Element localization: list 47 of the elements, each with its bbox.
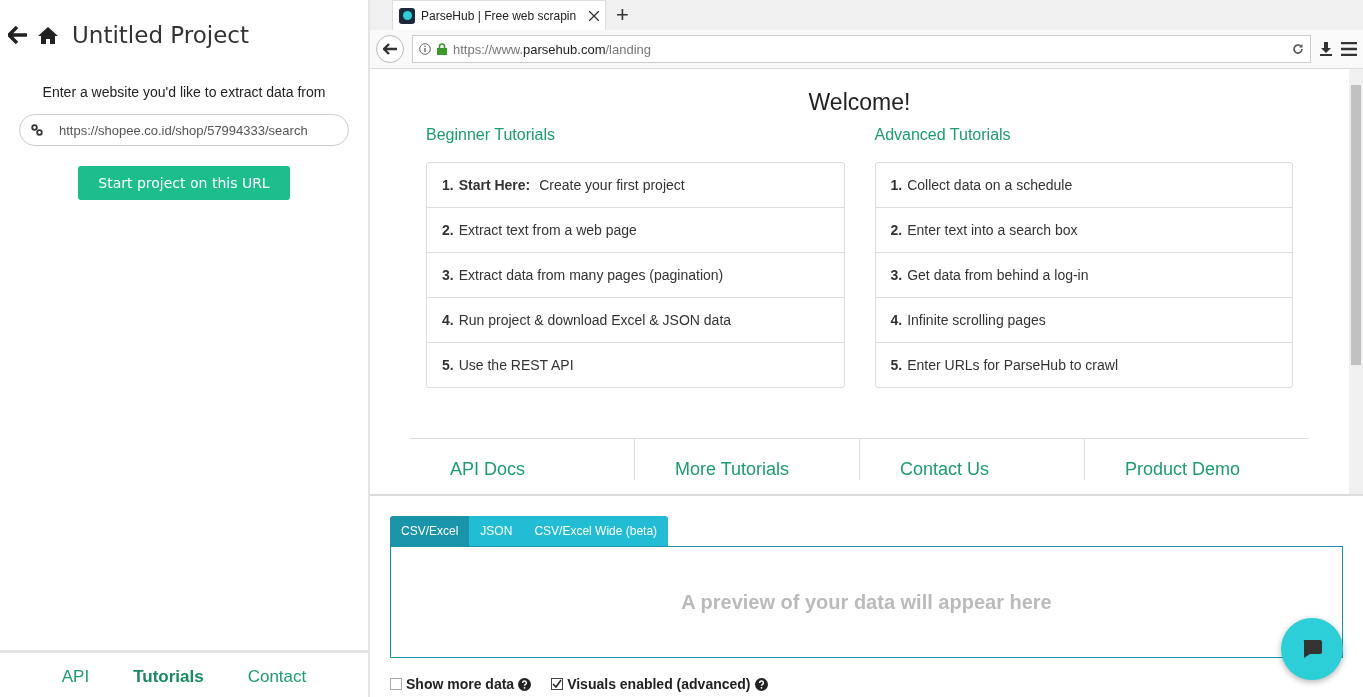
browser-back-button[interactable] [376, 35, 404, 63]
chat-button[interactable] [1281, 618, 1343, 680]
chat-bubble-icon [1301, 638, 1323, 660]
help-icon[interactable] [754, 677, 768, 691]
checkbox[interactable] [551, 678, 564, 690]
lock-icon [437, 43, 447, 55]
tutorial-link[interactable]: 3. Get data from behind a log-in [875, 252, 1292, 297]
checkbox[interactable] [390, 678, 402, 690]
url-text: https://www.parsehub.com/landing [453, 41, 652, 57]
close-icon[interactable] [589, 10, 599, 21]
address-bar[interactable]: https://www.parsehub.com/landing [412, 35, 1311, 63]
tutorial-link[interactable]: 2. Enter text into a search box [875, 207, 1292, 252]
footer-link[interactable]: More Tutorials [675, 459, 790, 479]
tutorial-link[interactable]: 4. Run project & download Excel & JSON data [427, 297, 844, 342]
footer-tab[interactable]: Tutorials [133, 667, 204, 687]
footer-tab[interactable]: Contact [247, 667, 307, 687]
url-input-field[interactable]: https://shopee.co.id/shop/57994333/search [19, 114, 349, 146]
footer-tab[interactable]: API [61, 667, 90, 687]
tutorial-link[interactable]: 5. Use the REST API [427, 342, 844, 387]
data-preview-panel: A preview of your data will appear here [390, 546, 1343, 658]
new-tab-button[interactable]: + [616, 2, 629, 28]
tutorial-link[interactable]: 5. Enter URLs for ParseHub to crawl [875, 342, 1292, 387]
parsehub-logo-icon [399, 7, 415, 24]
info-icon[interactable] [419, 43, 431, 55]
help-icon[interactable] [518, 677, 532, 691]
welcome-heading: Welcome! [807, 89, 912, 116]
tutorial-link[interactable]: 3. Extract data from many pages (pagination) [427, 252, 844, 297]
tutorial-link[interactable]: 4. Infinite scrolling pages [875, 297, 1292, 342]
tutorials-heading: Beginner Tutorials [426, 126, 556, 144]
browser-tab[interactable]: ParseHub | Free web scrapin [392, 0, 606, 30]
project-title: Untitled Project [72, 22, 249, 48]
back-arrow-icon [383, 43, 397, 55]
option-label: Show more data [406, 676, 515, 692]
tutorial-link[interactable]: 2. Extract text from a web page [427, 207, 844, 252]
tutorial-link[interactable]: 1. Start Here: Create your first project [427, 163, 844, 207]
menu-icon[interactable] [1341, 42, 1357, 56]
home-icon[interactable] [38, 26, 58, 44]
option-label: Visuals enabled (advanced) [567, 676, 751, 692]
tutorials-heading: Advanced Tutorials [874, 126, 1012, 144]
url-prompt: Enter a website you'd like to extract data from [41, 84, 327, 100]
footer-link[interactable]: Contact Us [900, 459, 990, 479]
footer-link[interactable]: Product Demo [1125, 459, 1241, 479]
reload-icon[interactable] [1292, 43, 1304, 55]
data-format-tab[interactable]: CSV/Excel [390, 516, 470, 546]
back-arrow-icon[interactable] [8, 26, 28, 44]
download-icon[interactable] [1319, 42, 1333, 56]
tutorial-link[interactable]: 1. Collect data on a schedule [875, 163, 1292, 207]
